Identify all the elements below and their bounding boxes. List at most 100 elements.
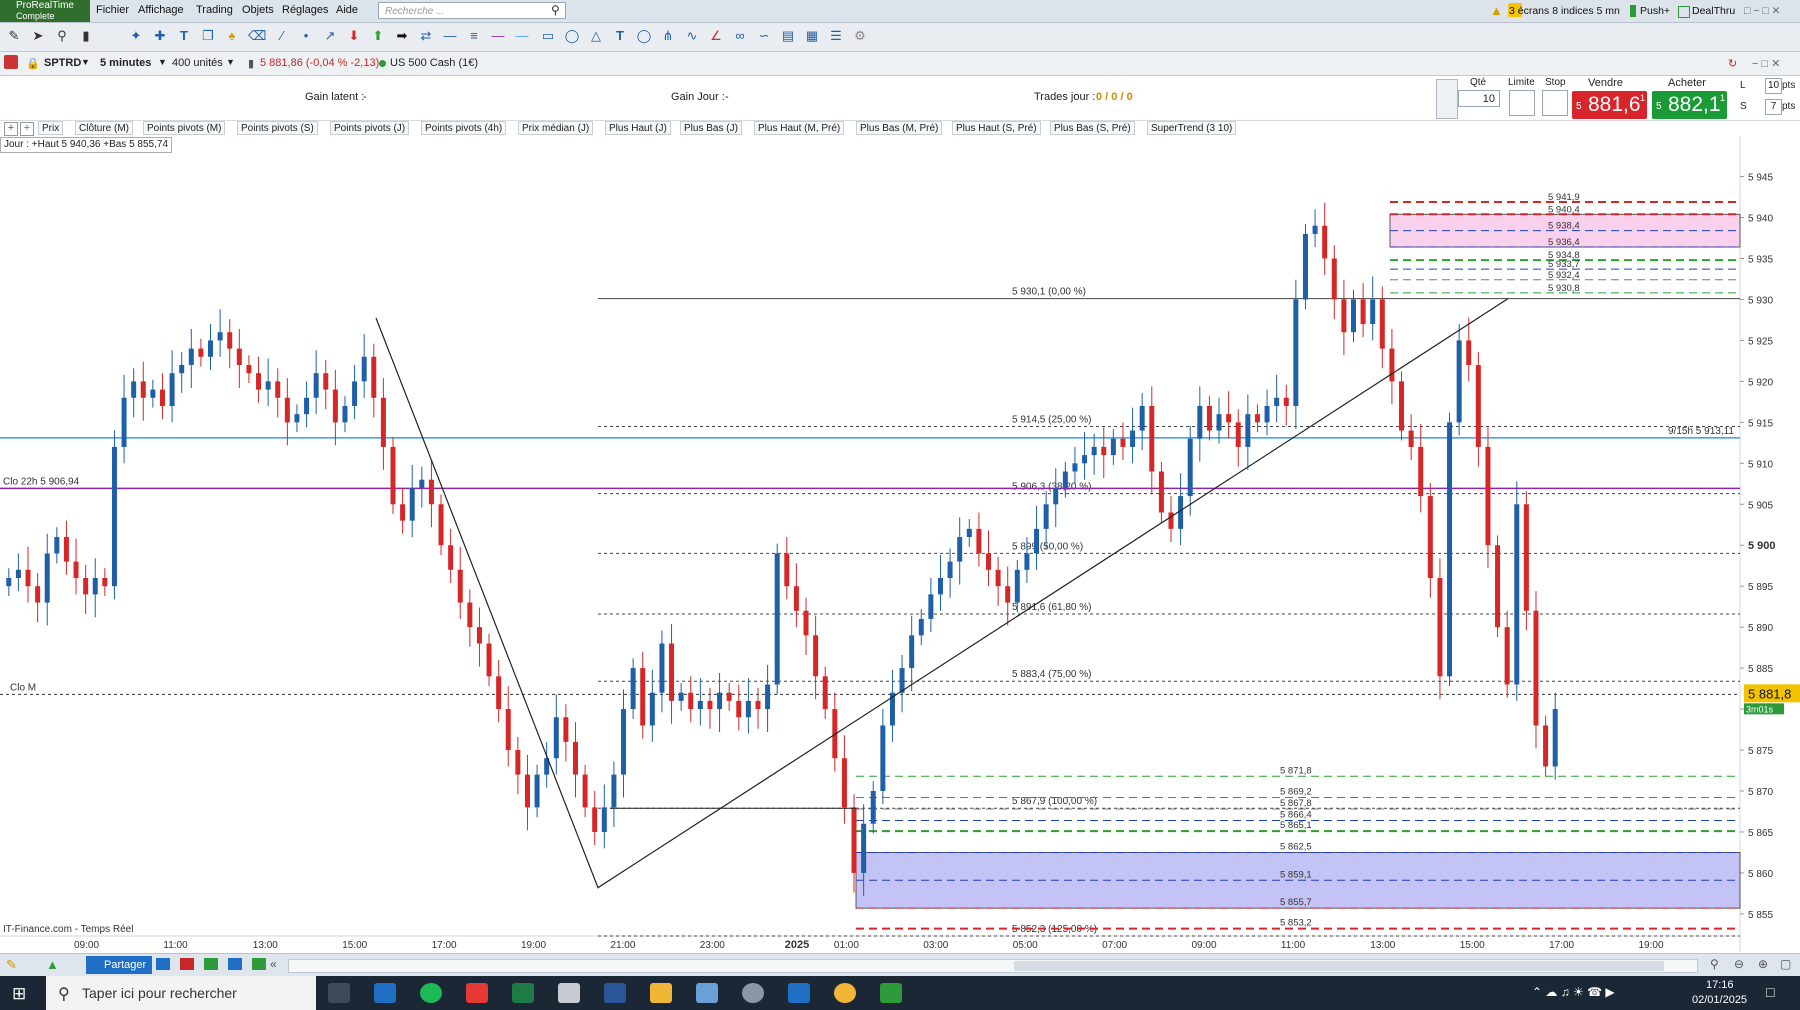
candle-body [1139, 405, 1145, 431]
price-chart[interactable]: 5 8555 8605 8655 8705 8755 8805 8855 890… [0, 0, 1800, 953]
candle-body [707, 700, 713, 710]
spotify-icon[interactable] [420, 983, 442, 1003]
candle-body [957, 537, 963, 562]
store-icon[interactable] [374, 983, 396, 1003]
zoom-fit-icon[interactable]: ⚲ [1710, 957, 1719, 971]
zoom-out-icon[interactable]: ⊖ [1734, 957, 1744, 971]
y-tick-label: 5 945 [1748, 173, 1773, 184]
candle-body [630, 668, 636, 710]
candle-body [419, 479, 425, 488]
chart-icon[interactable]: ▲ [46, 957, 59, 972]
candle-body [92, 577, 98, 595]
scrollbar-thumb[interactable] [1014, 961, 1664, 971]
window-layout-icon[interactable] [228, 958, 242, 970]
pivot-label-lower: 5 853,2 [1280, 918, 1312, 929]
candle-body [352, 381, 358, 406]
candle-body [1120, 438, 1126, 447]
x-tick-label: 13:00 [1370, 940, 1395, 951]
candle-body [256, 373, 262, 390]
excel-icon[interactable] [512, 983, 534, 1003]
candle-body [467, 602, 473, 628]
x-tick-label: 19:00 [521, 940, 546, 951]
candle-body [765, 684, 771, 710]
candle-body [1082, 455, 1088, 464]
candle-body [1062, 471, 1068, 488]
candle-body [1447, 422, 1453, 677]
pivot-label-upper: 5 933,7 [1548, 259, 1580, 270]
app-icon[interactable] [742, 983, 764, 1003]
candle-body [524, 774, 530, 808]
prorealtime-icon[interactable] [880, 983, 902, 1003]
candle-body [515, 750, 521, 775]
tray-icons[interactable]: ⌃ ☁ ♫ ☀ ☎ ▶ [1532, 985, 1615, 999]
reset-zoom-icon[interactable]: ▢ [1780, 957, 1791, 971]
share-button[interactable]: Partager [86, 956, 153, 974]
candle-body [899, 668, 905, 693]
x-tick-label: 17:00 [1549, 940, 1574, 951]
candle-body [918, 618, 924, 636]
candle-body [1226, 414, 1232, 423]
candle-body [208, 340, 214, 357]
rewind-icon[interactable]: « [270, 957, 277, 971]
ig-icon[interactable] [466, 983, 488, 1003]
grid-layout-icon[interactable] [204, 958, 218, 970]
candle-body [1014, 569, 1020, 603]
candle-body [1178, 496, 1184, 529]
candle-body [659, 643, 665, 693]
candle-body [400, 504, 406, 521]
candle-body [582, 774, 588, 808]
horizontal-scrollbar[interactable] [288, 959, 1698, 973]
candle-body [1168, 512, 1174, 529]
candle-body [448, 545, 454, 570]
candle-body [534, 774, 540, 808]
reference-label: Clo 22h 5 906,94 [3, 476, 80, 487]
trading-app-icon[interactable] [788, 983, 810, 1003]
x-tick-label: 19:00 [1639, 940, 1664, 951]
bottom-toolbar: ✎ ▲ Partager « ⚲ ⊖ ⊕ ▢ [0, 953, 1800, 976]
x-tick-label: 2025 [785, 939, 809, 951]
candle-body [1005, 586, 1011, 603]
candle-body [1101, 446, 1107, 456]
candle-body [1312, 225, 1318, 234]
candle-body [1149, 405, 1155, 472]
current-price-label: 5 881,8 [1748, 686, 1791, 701]
candle-body [102, 577, 108, 587]
notification-center-icon[interactable]: □ [1766, 984, 1774, 1000]
files-icon[interactable] [558, 983, 580, 1003]
zoom-in-icon[interactable]: ⊕ [1758, 957, 1768, 971]
candle-body [332, 389, 338, 423]
sync-icon[interactable] [252, 958, 266, 970]
candle-body [1274, 397, 1280, 406]
candle-body [150, 389, 156, 398]
candle-body [1418, 446, 1424, 497]
candle-body [44, 553, 50, 603]
pivot-label-lower: 5 855,7 [1280, 897, 1312, 908]
candle-body [966, 528, 972, 538]
draw-icon[interactable]: ✎ [6, 957, 17, 973]
candle-body [1495, 545, 1501, 628]
layout-icon[interactable] [156, 958, 170, 970]
candle-body [928, 594, 934, 619]
folder-icon[interactable] [650, 983, 672, 1003]
y-tick-label: 5 885 [1748, 664, 1773, 675]
windows-start-icon[interactable]: ⊞ [12, 984, 26, 1004]
x-tick-label: 21:00 [610, 940, 635, 951]
task-view-icon[interactable] [328, 983, 350, 1003]
x-tick-label: 05:00 [1013, 940, 1038, 951]
taskbar-search-text: Taper ici pour rechercher [82, 985, 237, 1001]
calculator-icon[interactable] [696, 983, 718, 1003]
y-tick-label: 5 890 [1748, 623, 1773, 634]
export-icon[interactable] [180, 958, 194, 970]
pivot-label-lower: 5 865,1 [1280, 820, 1312, 831]
chrome-icon[interactable] [834, 983, 856, 1003]
candle-body [476, 627, 482, 644]
candle-body [1379, 299, 1385, 349]
candle-body [601, 807, 607, 832]
candle-body [621, 709, 627, 775]
taskbar-search[interactable]: Taper ici pour rechercher [46, 976, 316, 1010]
candle-body [428, 479, 434, 505]
candle-body [188, 348, 194, 365]
candle-body [592, 807, 598, 832]
word-icon[interactable] [604, 983, 626, 1003]
candle-body [717, 692, 723, 710]
